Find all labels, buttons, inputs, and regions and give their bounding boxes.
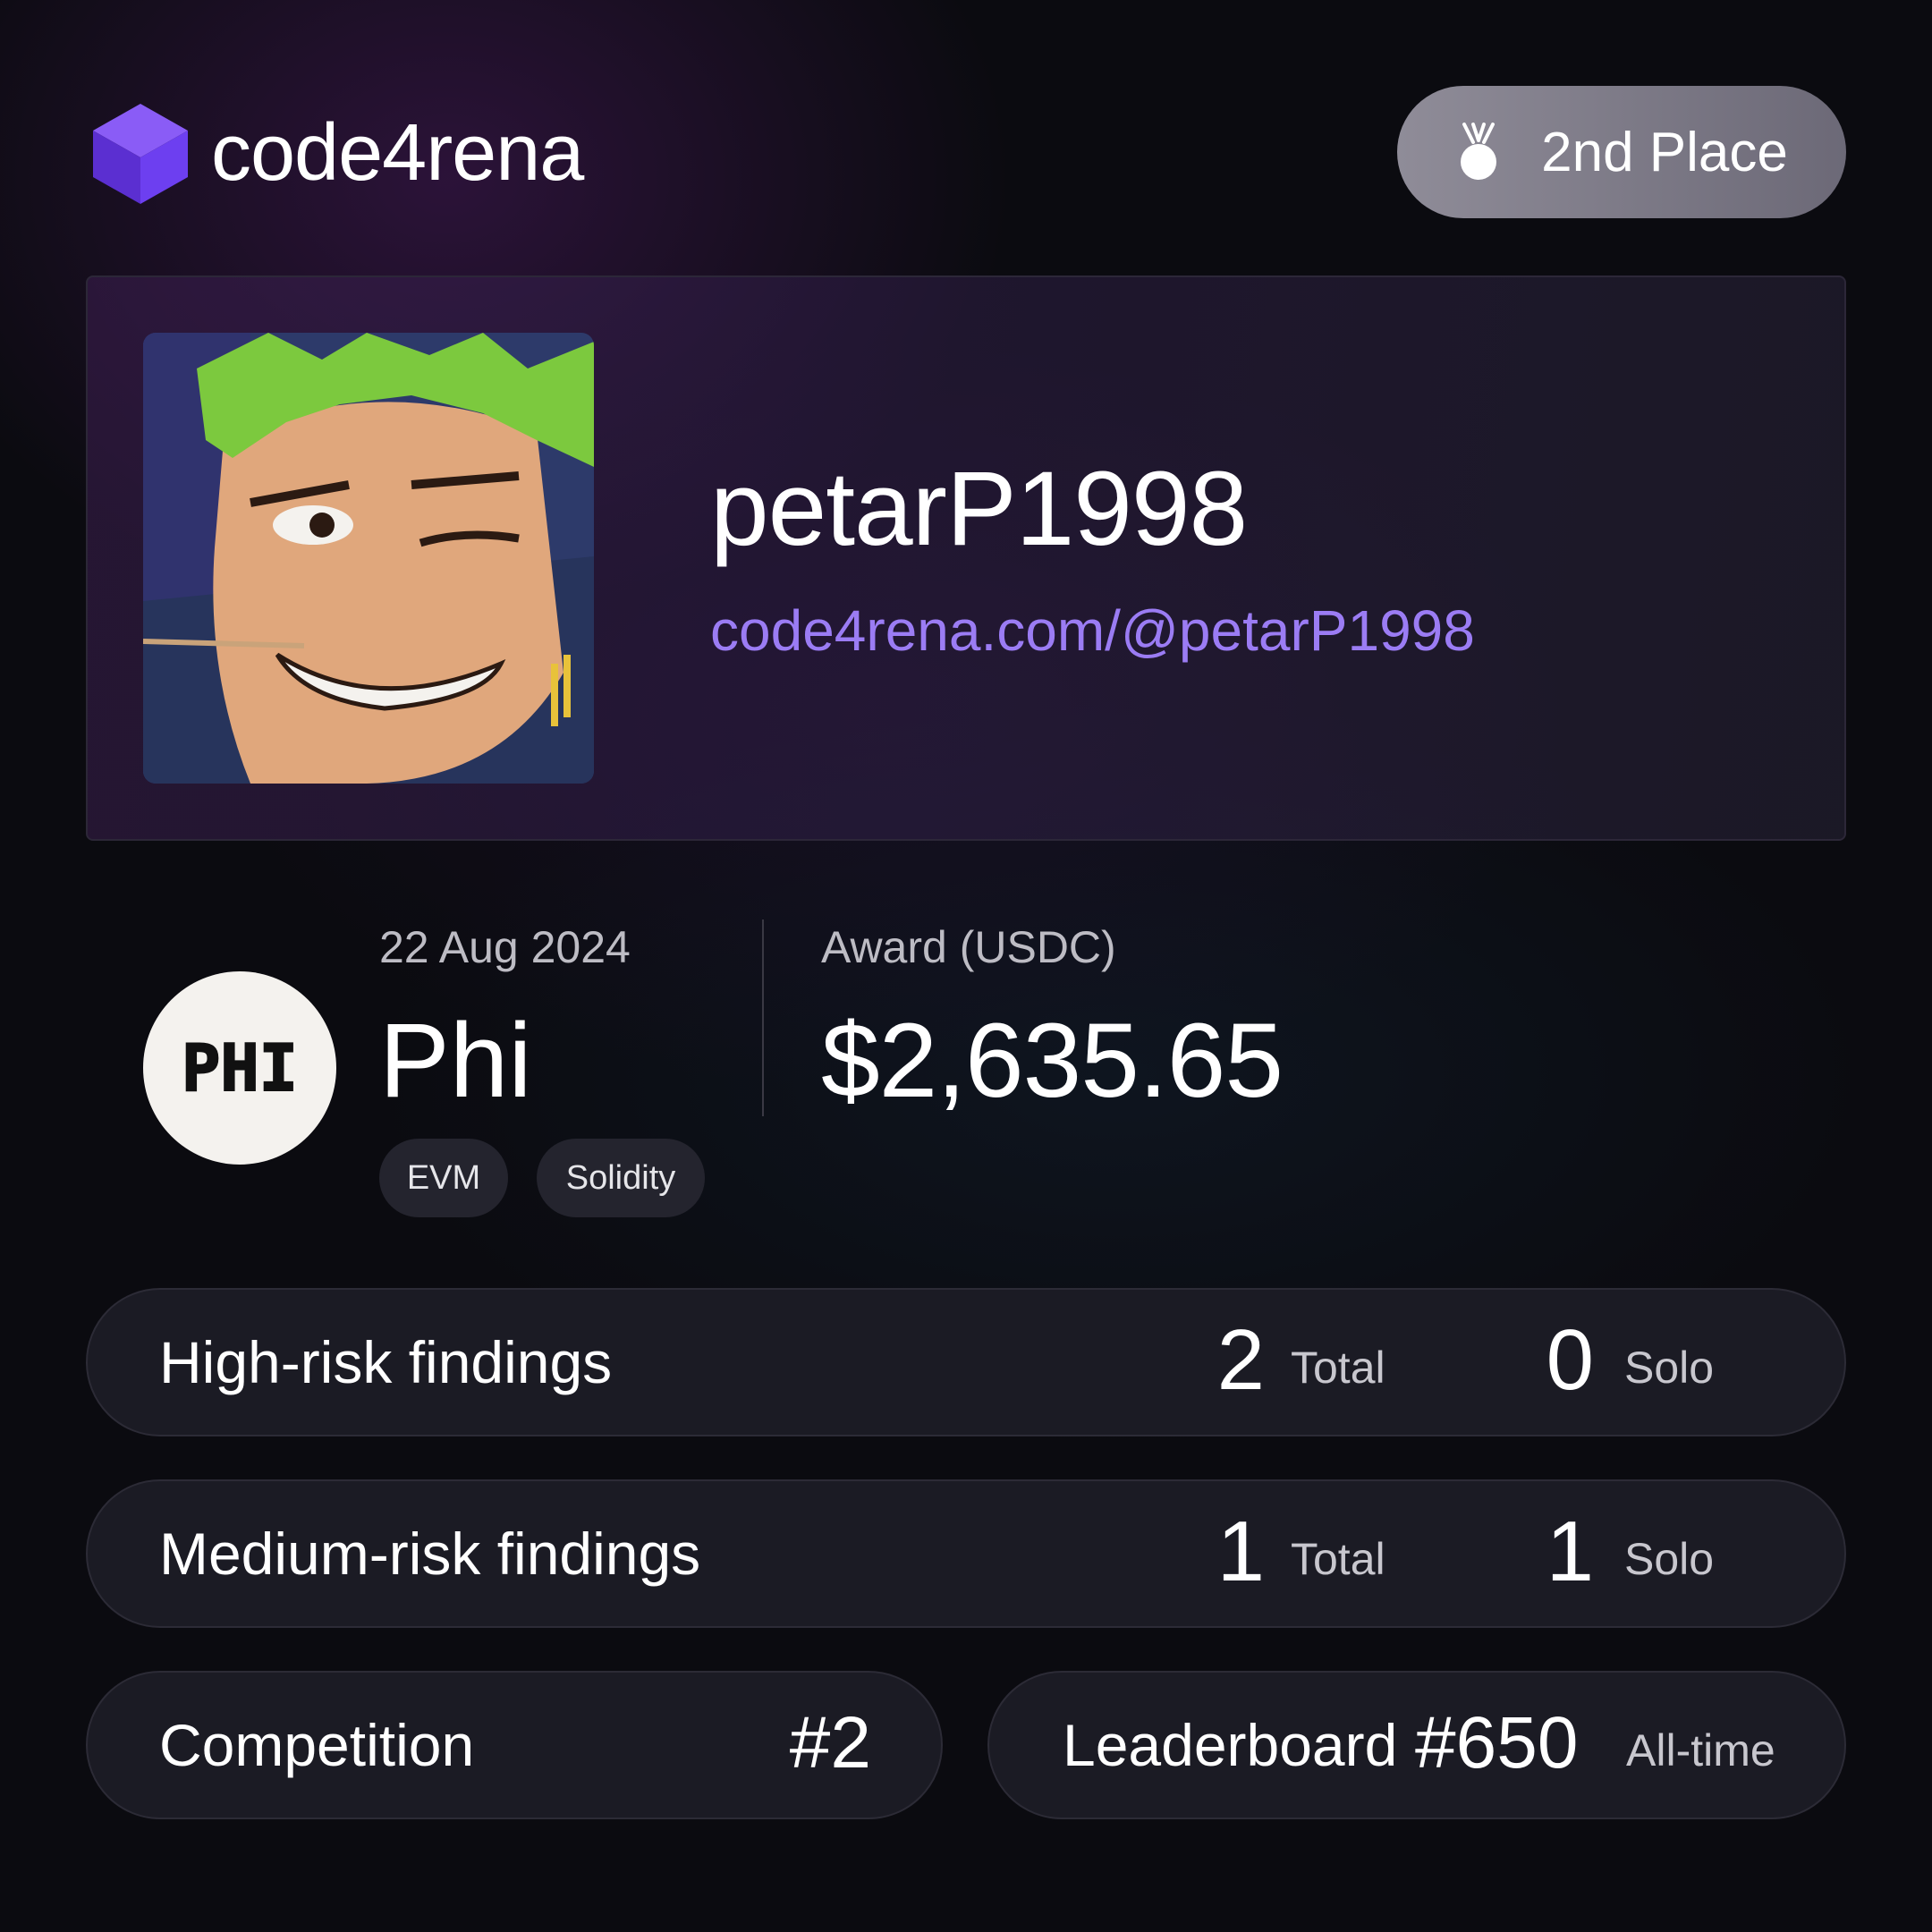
leaderboard-label: Leaderboard bbox=[1063, 1712, 1398, 1778]
cube-logo-icon bbox=[93, 104, 188, 204]
competition-row: Competition #2 bbox=[86, 1671, 943, 1819]
sponsor-logo: PHI bbox=[143, 971, 336, 1165]
brand: code4rena bbox=[86, 98, 584, 208]
placement-label: 2nd Place bbox=[1541, 121, 1788, 183]
brand-name: code4rena bbox=[211, 108, 584, 198]
medium-risk-label: Medium-risk findings bbox=[159, 1521, 701, 1587]
competition-label: Competition bbox=[159, 1712, 475, 1778]
medium-risk-total-label: Total bbox=[1291, 1533, 1385, 1584]
high-risk-total: 2 bbox=[1216, 1312, 1265, 1409]
username: petarP1998 bbox=[710, 450, 1248, 568]
award-card: code4rena 2nd Place petarP1998 code4rena… bbox=[0, 0, 1932, 1932]
leaderboard-scope: All-time bbox=[1626, 1724, 1775, 1775]
leaderboard-row: Leaderboard #650 All-time bbox=[987, 1671, 1846, 1819]
high-risk-label: High-risk findings bbox=[159, 1329, 613, 1395]
award-value: $2,635.65 bbox=[821, 1002, 1284, 1120]
high-risk-row: High-risk findings 2 Total 0 Solo bbox=[86, 1288, 1846, 1436]
profile-url-link[interactable]: code4rena.com/@petarP1998 bbox=[710, 599, 1475, 663]
phi-logo-icon: PHI bbox=[181, 1030, 299, 1106]
avatar bbox=[143, 333, 594, 784]
medium-risk-total: 1 bbox=[1216, 1504, 1265, 1600]
high-risk-solo-label: Solo bbox=[1624, 1342, 1715, 1393]
placement-badge: 2nd Place bbox=[1397, 86, 1846, 218]
sponsor-logo-text: PHI bbox=[182, 1030, 298, 1106]
profile-card: petarP1998 code4rena.com/@petarP1998 bbox=[86, 275, 1846, 841]
tag-solidity: Solidity bbox=[537, 1139, 705, 1217]
award-label: Award (USDC) bbox=[821, 922, 1116, 972]
competition-rank: #2 bbox=[789, 1702, 871, 1784]
divider bbox=[762, 919, 764, 1116]
medium-risk-row: Medium-risk findings 1 Total 1 Solo bbox=[86, 1479, 1846, 1628]
high-risk-total-label: Total bbox=[1291, 1342, 1385, 1393]
avatar-image bbox=[143, 333, 594, 784]
tag-evm: EVM bbox=[379, 1139, 508, 1217]
leaderboard-rank: #650 bbox=[1415, 1702, 1579, 1784]
contest-name: Phi bbox=[379, 1002, 532, 1120]
high-risk-solo: 0 bbox=[1546, 1312, 1594, 1409]
medal-icon bbox=[1461, 123, 1497, 180]
medium-risk-solo-label: Solo bbox=[1624, 1533, 1715, 1584]
medium-risk-solo: 1 bbox=[1546, 1504, 1594, 1600]
contest-date: 22 Aug 2024 bbox=[379, 922, 631, 972]
